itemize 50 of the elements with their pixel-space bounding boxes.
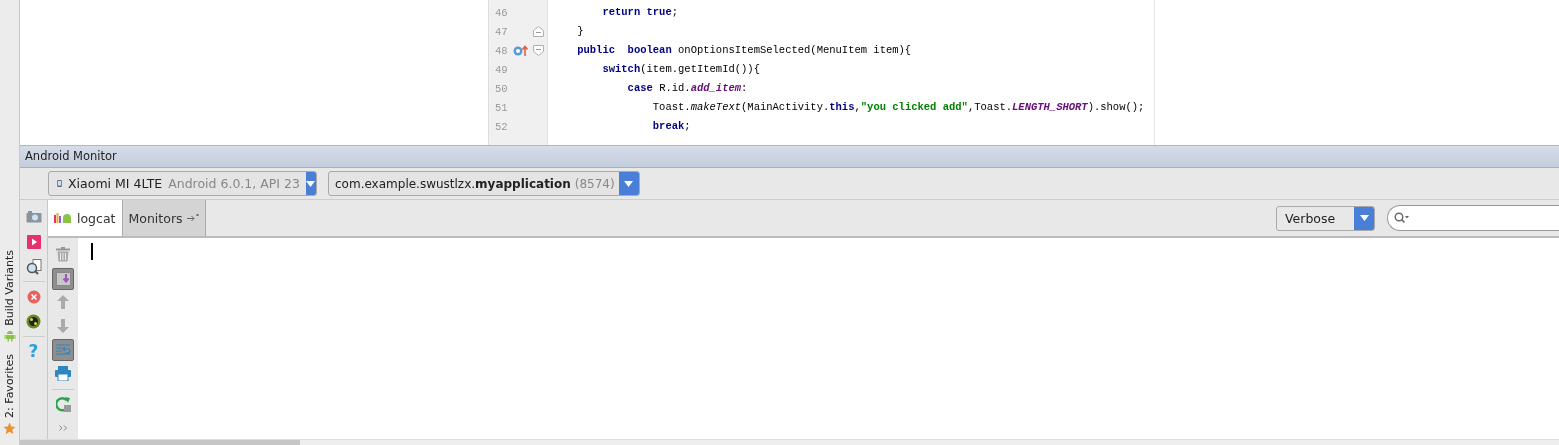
- tab[interactable]: logcat: [48, 200, 123, 236]
- line-number: 47: [494, 25, 509, 38]
- pin-arrow-icon: [186, 214, 199, 222]
- line-number: 50: [494, 82, 509, 95]
- dropdown-arrow-icon: [1359, 215, 1369, 221]
- printer-icon: [55, 366, 71, 382]
- override-marker-icon[interactable]: [513, 44, 529, 57]
- line-number: 49: [494, 63, 509, 76]
- star-icon: [3, 422, 16, 435]
- code-line: Toast.makeText(MainActivity.this,"you clicked add",Toast.LENGTH_SHORT).show();: [651, 100, 1145, 115]
- line-number: 52: [494, 120, 509, 133]
- line-number: 46: [494, 6, 509, 19]
- device-dropdown[interactable]: Xiaomi MI 4LTE Android 6.0.1, API 23: [48, 171, 317, 196]
- code-line: public boolean onOptionsItemSelected(MenuItem item){: [576, 43, 913, 58]
- scroll-to-end-icon: [55, 271, 71, 286]
- fold-start-icon[interactable]: [533, 45, 544, 56]
- search-icon: [1394, 212, 1410, 224]
- chevron-icon: [58, 425, 68, 432]
- line-number: 48: [494, 44, 509, 57]
- panel-title: Android Monitor: [20, 145, 1559, 168]
- code-line: }: [576, 24, 585, 39]
- logcat-icon: [54, 213, 73, 223]
- search-field[interactable]: [1387, 205, 1559, 231]
- trash-icon: [56, 247, 70, 263]
- process-dropdown[interactable]: com.example.swustlzx.myapplication (8574): [328, 171, 640, 196]
- code-line: switch(item.getItemId()){: [601, 62, 761, 77]
- dropdown-arrow-icon: [624, 180, 634, 187]
- restart-icon: [55, 396, 71, 412]
- code-line: case R.id.add_item:: [626, 81, 749, 96]
- log-level-dropdown[interactable]: Verbose: [1276, 205, 1375, 231]
- tab[interactable]: Monitors: [122, 200, 206, 236]
- line-number: 51: [494, 101, 509, 114]
- soft-wrap-icon: [55, 342, 71, 357]
- close-icon[interactable]: [26, 289, 41, 304]
- code-line: break;: [651, 119, 692, 134]
- dropdown-arrow-icon: [306, 180, 316, 187]
- code-line: return true;: [601, 5, 680, 20]
- camera-icon[interactable]: [25, 210, 42, 223]
- wrap-button[interactable]: [52, 339, 74, 361]
- tool-window-tab[interactable]: 2: Favorites: [3, 354, 16, 435]
- record-icon[interactable]: [26, 234, 41, 249]
- arrow-down-icon: [57, 319, 69, 334]
- tool-window-tab[interactable]: Build Variants: [3, 250, 16, 343]
- magnifier-icon[interactable]: [25, 258, 42, 275]
- scroll-end-button[interactable]: [52, 267, 74, 290]
- scrollbar-thumb[interactable]: [20, 440, 300, 445]
- arrow-up-icon: [57, 295, 69, 310]
- terminate-icon[interactable]: [26, 314, 41, 329]
- fold-end-icon[interactable]: [533, 26, 544, 37]
- android-icon: [3, 330, 16, 343]
